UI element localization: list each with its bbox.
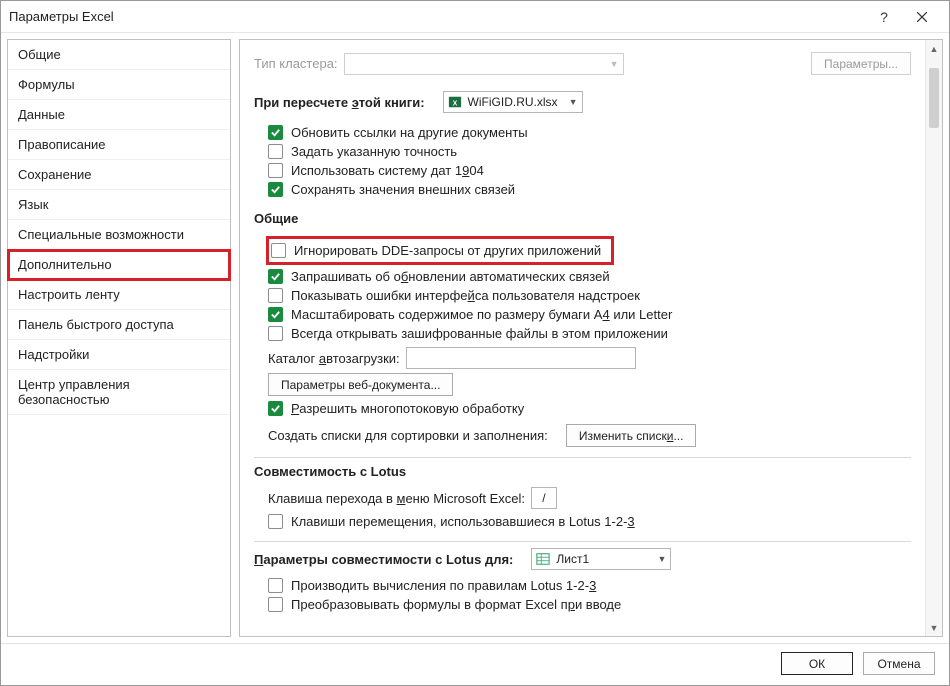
section-general: Общие: [254, 211, 911, 226]
chk-multithread[interactable]: Разрешить многопотоковую обработку: [268, 399, 911, 418]
divider: [254, 541, 911, 542]
sidebar-item-save[interactable]: Сохранение: [8, 160, 230, 190]
recalc-workbook-label: При пересчете этой книги:: [254, 95, 425, 110]
excel-file-icon: X: [448, 95, 462, 109]
help-button[interactable]: ?: [865, 3, 903, 31]
sidebar-item-proofing[interactable]: Правописание: [8, 130, 230, 160]
chk-ask-auto-links[interactable]: Запрашивать об обновлении автоматических…: [268, 267, 911, 286]
lotus-sheet-dropdown[interactable]: Лист1 ▼: [531, 548, 671, 570]
checkbox-icon: [268, 578, 283, 593]
excel-options-dialog: Параметры Excel ? Общие Формулы Данные П…: [0, 0, 950, 686]
dialog-footer: ОК Отмена: [1, 643, 949, 685]
checkbox-icon: [268, 288, 283, 303]
close-button[interactable]: [903, 3, 941, 31]
category-sidebar: Общие Формулы Данные Правописание Сохран…: [7, 39, 231, 637]
sidebar-item-general[interactable]: Общие: [8, 40, 230, 70]
cluster-type-dropdown[interactable]: ▼: [344, 53, 624, 75]
content-panel: Тип кластера: ▼ Параметры... При пересче…: [240, 40, 925, 636]
sidebar-item-data[interactable]: Данные: [8, 100, 230, 130]
scroll-up-arrow-icon[interactable]: ▲: [926, 40, 942, 57]
checkbox-icon: [268, 144, 283, 159]
chk-set-precision[interactable]: Задать указанную точность: [268, 142, 911, 161]
sidebar-item-language[interactable]: Язык: [8, 190, 230, 220]
cluster-params-button[interactable]: Параметры...: [811, 52, 911, 75]
web-doc-params-button[interactable]: Параметры веб-документа...: [268, 373, 453, 396]
window-title: Параметры Excel: [9, 9, 865, 24]
workbook-name: WiFiGID.RU.xlsx: [468, 95, 558, 109]
sidebar-item-addins[interactable]: Надстройки: [8, 340, 230, 370]
svg-text:X: X: [452, 101, 457, 108]
scrollbar-thumb[interactable]: [929, 68, 939, 128]
checkbox-icon: [268, 307, 283, 322]
chk-ignore-dde[interactable]: Игнорировать DDE-запросы от других прило…: [271, 241, 601, 260]
sidebar-item-advanced[interactable]: Дополнительно: [8, 250, 230, 280]
lotus-compat-label: Параметры совместимости с Lotus для:: [254, 552, 513, 567]
lotus-menu-key-input[interactable]: /: [531, 487, 557, 509]
edit-lists-button[interactable]: Изменить списки...: [566, 424, 697, 447]
content-area: Тип кластера: ▼ Параметры... При пересче…: [239, 39, 943, 637]
cluster-type-label: Тип кластера:: [254, 56, 338, 71]
sheet-icon: [536, 552, 550, 566]
chk-lotus-calc[interactable]: Производить вычисления по правилам Lotus…: [268, 576, 911, 595]
title-bar: Параметры Excel ?: [1, 1, 949, 33]
sidebar-item-accessibility[interactable]: Специальные возможности: [8, 220, 230, 250]
sidebar-item-trust-center[interactable]: Центр управления безопасностью: [8, 370, 230, 415]
lotus-menu-key-label: Клавиша перехода в меню Microsoft Excel:: [268, 491, 525, 506]
chk-scale-content[interactable]: Масштабировать содержимое по размеру бум…: [268, 305, 911, 324]
close-icon: [917, 12, 927, 22]
sidebar-item-formulas[interactable]: Формулы: [8, 70, 230, 100]
sidebar-item-customize-ribbon[interactable]: Настроить ленту: [8, 280, 230, 310]
chk-show-addin-errors[interactable]: Показывать ошибки интерфейса пользовател…: [268, 286, 911, 305]
ok-button[interactable]: ОК: [781, 652, 853, 675]
section-lotus: Совместимость с Lotus: [254, 464, 911, 479]
checkbox-icon: [268, 182, 283, 197]
checkbox-icon: [268, 269, 283, 284]
chk-lotus-convert[interactable]: Преобразовывать формулы в формат Excel п…: [268, 595, 911, 614]
chk-external-values[interactable]: Сохранять значения внешних связей: [268, 180, 911, 199]
checkbox-icon: [271, 243, 286, 258]
divider: [254, 457, 911, 458]
highlight-box-dde: Игнорировать DDE-запросы от других прило…: [266, 236, 614, 265]
chk-open-encrypted[interactable]: Всегда открывать зашифрованные файлы в э…: [268, 324, 911, 343]
checkbox-icon: [268, 125, 283, 140]
chk-lotus-nav-keys[interactable]: Клавиши перемещения, использовавшиеся в …: [268, 512, 911, 531]
sort-lists-label: Создать списки для сортировки и заполнен…: [268, 428, 548, 443]
chk-update-links[interactable]: Обновить ссылки на другие документы: [268, 123, 911, 142]
checkbox-icon: [268, 401, 283, 416]
autoload-label: Каталог автозагрузки:: [268, 351, 400, 366]
chk-1904-dates[interactable]: Использовать систему дат 1904: [268, 161, 911, 180]
scroll-down-arrow-icon[interactable]: ▼: [926, 619, 942, 636]
autoload-path-input[interactable]: [406, 347, 636, 369]
dialog-body: Общие Формулы Данные Правописание Сохран…: [1, 33, 949, 643]
checkbox-icon: [268, 597, 283, 612]
checkbox-icon: [268, 326, 283, 341]
sheet-name: Лист1: [556, 552, 589, 566]
workbook-dropdown[interactable]: X WiFiGID.RU.xlsx ▼: [443, 91, 583, 113]
checkbox-icon: [268, 514, 283, 529]
sidebar-item-quick-access[interactable]: Панель быстрого доступа: [8, 310, 230, 340]
checkbox-icon: [268, 163, 283, 178]
vertical-scrollbar[interactable]: ▲ ▼: [925, 40, 942, 636]
cancel-button[interactable]: Отмена: [863, 652, 935, 675]
